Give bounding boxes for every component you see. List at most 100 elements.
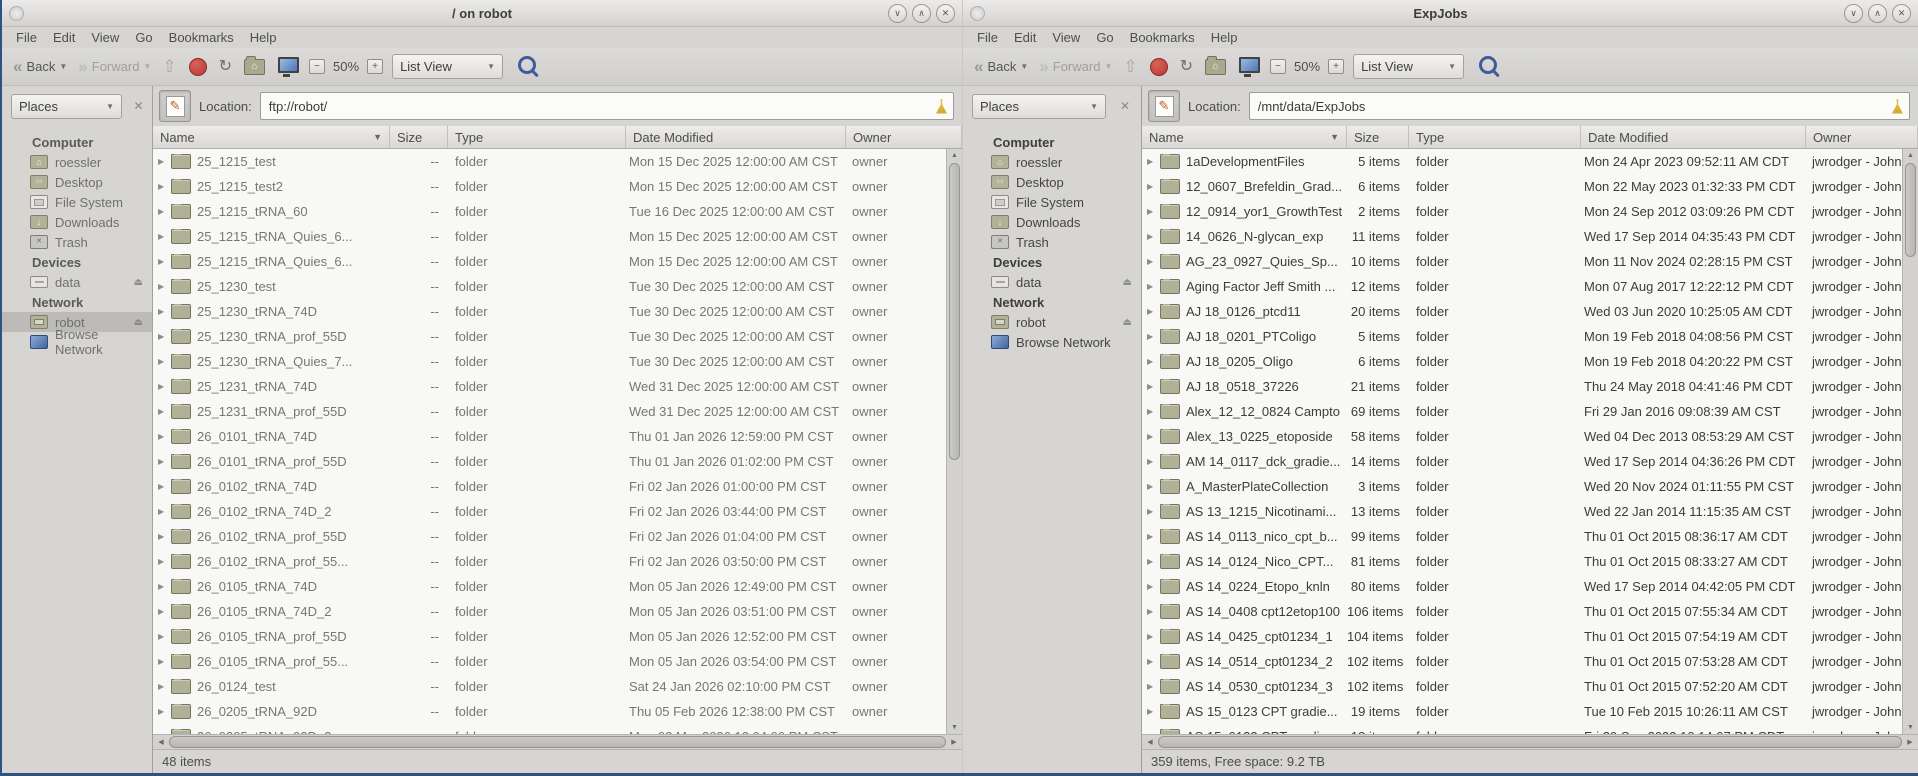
eject-icon[interactable]: ⏏	[134, 277, 143, 288]
expander-icon[interactable]: ▶	[1147, 682, 1154, 691]
file-row[interactable]: ▶ AS 14_0113_nico_cpt_b... 99 items fold…	[1142, 524, 1902, 549]
file-row[interactable]: ▶ 25_1230_tRNA_Quies_7... -- folder Tue …	[153, 349, 946, 374]
menu-item[interactable]: Bookmarks	[161, 28, 242, 47]
vertical-scrollbar-thumb[interactable]	[949, 163, 960, 460]
places-entry[interactable]: Computer ⏏	[2, 132, 152, 152]
file-row[interactable]: ▶ 26_0102_tRNA_74D_2 -- folder Fri 02 Ja…	[153, 499, 946, 524]
column-header[interactable]: Size ▼	[1347, 126, 1409, 148]
file-row[interactable]: ▶ AJ 18_0518_37226 21 items folder Thu 2…	[1142, 374, 1902, 399]
computer-button[interactable]	[1239, 57, 1260, 73]
expander-icon[interactable]: ▶	[1147, 257, 1154, 266]
expander-icon[interactable]: ▶	[158, 182, 165, 191]
file-row[interactable]: ▶ AS 15_0123 CPT gradie... 18 items fold…	[1142, 724, 1902, 734]
expander-icon[interactable]: ▶	[158, 607, 165, 616]
back-button[interactable]: « Back ▼	[10, 56, 70, 77]
places-entry[interactable]: Computer ⏏	[963, 132, 1141, 152]
file-row[interactable]: ▶ A_MasterPlateCollection 3 items folder…	[1142, 474, 1902, 499]
scroll-up-icon[interactable]: ▲	[947, 149, 962, 162]
file-row[interactable]: ▶ 25_1230_tRNA_74D -- folder Tue 30 Dec …	[153, 299, 946, 324]
menu-item[interactable]: Go	[127, 28, 160, 47]
file-row[interactable]: ▶ AS 14_0514_cpt01234_2 102 items folder…	[1142, 649, 1902, 674]
eject-icon[interactable]: ⏏	[134, 317, 143, 328]
file-row[interactable]: ▶ AM 14_0117_dck_gradie... 14 items fold…	[1142, 449, 1902, 474]
vertical-scrollbar[interactable]: ▲ ▼	[946, 149, 962, 734]
expander-icon[interactable]: ▶	[158, 232, 165, 241]
scroll-left-icon[interactable]: ◀	[1144, 738, 1156, 746]
home-button[interactable]: ⌂	[1205, 59, 1226, 75]
file-row[interactable]: ▶ 26_0105_tRNA_74D -- folder Mon 05 Jan …	[153, 574, 946, 599]
expander-icon[interactable]: ▶	[158, 307, 165, 316]
maximize-button[interactable]: ∧	[1868, 4, 1887, 23]
menu-item[interactable]: File	[8, 28, 45, 47]
zoom-in-button[interactable]: +	[367, 59, 383, 74]
expander-icon[interactable]: ▶	[1147, 657, 1154, 666]
back-button[interactable]: « Back ▼	[971, 56, 1031, 77]
expander-icon[interactable]: ▶	[158, 582, 165, 591]
places-entry[interactable]: Downloads ⏏	[963, 212, 1141, 232]
expander-icon[interactable]: ▶	[158, 532, 165, 541]
clear-location-icon[interactable]	[936, 99, 947, 114]
file-row[interactable]: ▶ 26_0105_tRNA_74D_2 -- folder Mon 05 Ja…	[153, 599, 946, 624]
places-entry[interactable]: Trash ⏏	[2, 232, 152, 252]
expander-icon[interactable]: ▶	[158, 707, 165, 716]
column-header[interactable]: Date Modified ▼	[1581, 126, 1806, 148]
expander-icon[interactable]: ▶	[1147, 207, 1154, 216]
expander-icon[interactable]: ▶	[1147, 507, 1154, 516]
location-input[interactable]	[267, 98, 936, 115]
file-row[interactable]: ▶ 25_1215_test2 -- folder Mon 15 Dec 202…	[153, 174, 946, 199]
file-row[interactable]: ▶ AS 14_0408 cpt12etop100 106 items fold…	[1142, 599, 1902, 624]
expander-icon[interactable]: ▶	[1147, 457, 1154, 466]
scroll-down-icon[interactable]: ▼	[1903, 721, 1918, 734]
expander-icon[interactable]: ▶	[158, 457, 165, 466]
menu-item[interactable]: Bookmarks	[1122, 28, 1203, 47]
location-input[interactable]	[1256, 98, 1892, 115]
file-row[interactable]: ▶ 26_0205_tRNA_92D -- folder Thu 05 Feb …	[153, 699, 946, 724]
expander-icon[interactable]: ▶	[1147, 157, 1154, 166]
expander-icon[interactable]: ▶	[158, 157, 165, 166]
expander-icon[interactable]: ▶	[1147, 632, 1154, 641]
vertical-scrollbar-thumb[interactable]	[1905, 163, 1916, 257]
menu-item[interactable]: Help	[242, 28, 285, 47]
menu-item[interactable]: Help	[1203, 28, 1246, 47]
back-history-dropdown-icon[interactable]: ▼	[59, 62, 67, 71]
file-row[interactable]: ▶ AJ 18_0126_ptcd11 20 items folder Wed …	[1142, 299, 1902, 324]
file-row[interactable]: ▶ 26_0205_tRNA_92D_2 -- folder Mon 02 Ma…	[153, 724, 946, 734]
places-entry[interactable]: robot ⏏	[963, 312, 1141, 332]
close-button[interactable]: ✕	[936, 4, 955, 23]
column-header[interactable]: Owner ▼	[1806, 126, 1918, 148]
expander-icon[interactable]: ▶	[1147, 382, 1154, 391]
places-entry[interactable]: File System ⏏	[2, 192, 152, 212]
menu-item[interactable]: Go	[1088, 28, 1121, 47]
scroll-down-icon[interactable]: ▼	[947, 721, 962, 734]
expander-icon[interactable]: ▶	[1147, 232, 1154, 241]
expander-icon[interactable]: ▶	[158, 557, 165, 566]
search-icon[interactable]	[518, 56, 536, 74]
file-row[interactable]: ▶ 25_1215_tRNA_Quies_6... -- folder Mon …	[153, 224, 946, 249]
view-mode-select[interactable]: List View ▼	[1353, 54, 1464, 79]
file-row[interactable]: ▶ 26_0102_tRNA_prof_55D -- folder Fri 02…	[153, 524, 946, 549]
expander-icon[interactable]: ▶	[158, 382, 165, 391]
places-entry[interactable]: data ⏏	[2, 272, 152, 292]
view-mode-select[interactable]: List View ▼	[392, 54, 503, 79]
file-row[interactable]: ▶ AS 14_0425_cpt01234_1 104 items folder…	[1142, 624, 1902, 649]
file-row[interactable]: ▶ 26_0102_tRNA_prof_55... -- folder Fri …	[153, 549, 946, 574]
column-header[interactable]: Type ▼	[1409, 126, 1581, 148]
expander-icon[interactable]: ▶	[1147, 357, 1154, 366]
minimize-button[interactable]: ∨	[1844, 4, 1863, 23]
column-header[interactable]: Name ▼	[153, 126, 390, 148]
file-row[interactable]: ▶ AS 13_1215_Nicotinami... 13 items fold…	[1142, 499, 1902, 524]
file-row[interactable]: ▶ 26_0105_tRNA_prof_55... -- folder Mon …	[153, 649, 946, 674]
title-bar[interactable]: ExpJobs ∨ ∧ ✕	[963, 0, 1918, 27]
side-pane-mode-select[interactable]: Places ▼	[972, 94, 1106, 119]
file-row[interactable]: ▶ AS 14_0124_Nico_CPT... 81 items folder…	[1142, 549, 1902, 574]
menu-item[interactable]: Edit	[1006, 28, 1044, 47]
computer-button[interactable]	[278, 57, 299, 73]
home-button[interactable]: ⌂	[244, 59, 265, 75]
file-row[interactable]: ▶ 25_1231_tRNA_prof_55D -- folder Wed 31…	[153, 399, 946, 424]
column-header[interactable]: Owner ▼	[846, 126, 962, 148]
title-bar[interactable]: / on robot ∨ ∧ ✕	[2, 0, 962, 27]
expander-icon[interactable]: ▶	[1147, 557, 1154, 566]
menu-item[interactable]: Edit	[45, 28, 83, 47]
reload-button[interactable]: ↻	[216, 57, 235, 77]
up-button[interactable]: ⇧	[1120, 57, 1140, 77]
